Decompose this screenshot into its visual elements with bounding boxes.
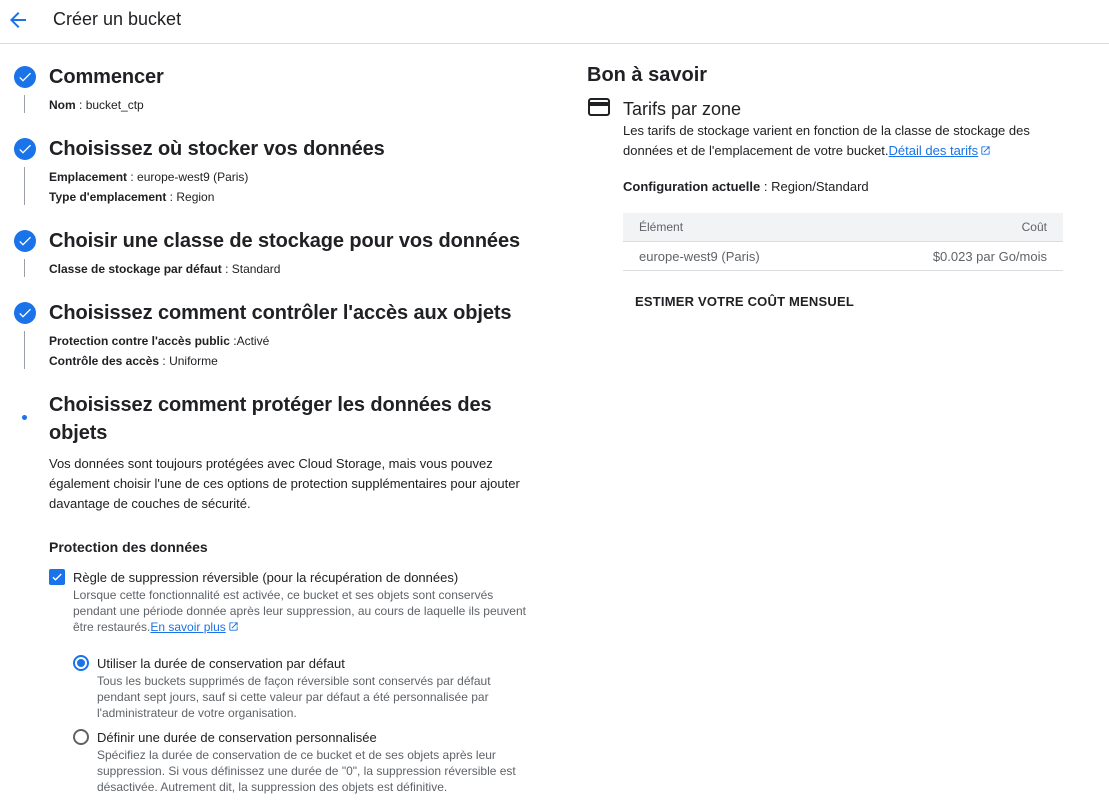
step-summary-public-access: Protection contre l'accès public :Activé [49,334,270,348]
step-summary-location-type: Type d'emplacement : Region [49,190,215,204]
learn-more-link[interactable]: En savoir plus [150,620,225,634]
retention-custom-radio[interactable] [73,729,89,745]
back-button[interactable] [6,8,30,32]
table-cell-item: europe-west9 (Paris) [639,249,760,264]
external-link-icon [981,146,990,155]
step-title-data-protection: Choisissez comment protéger les données … [49,394,492,416]
step-description: Vos données sont toujours protégées avec… [49,456,520,511]
top-bar: Créer un bucket [0,0,1109,44]
data-protection-heading: Protection des données [49,539,208,555]
step-summary-name: Nom : bucket_ctp [49,98,144,112]
step-summary-access-control: Contrôle des accès : Uniforme [49,354,218,368]
retention-default-radio[interactable] [73,655,89,671]
pricing-title: Tarifs par zone [623,99,742,119]
soft-delete-help: Lorsque cette fonctionnalité est activée… [73,588,526,634]
good-to-know-title: Bon à savoir [587,64,708,86]
retention-default-help: Tous les buckets supprimés de façon réve… [97,674,491,720]
page-title: Créer un bucket [53,9,182,29]
table-cell-cost: $0.023 par Go/mois [932,249,1047,264]
step-complete-icon [14,302,36,324]
step-complete-icon [14,138,36,160]
soft-delete-checkbox[interactable] [49,569,65,585]
step-connector [24,95,25,113]
retention-default-label[interactable]: Utiliser la durée de conservation par dé… [97,656,345,672]
table-row: europe-west9 (Paris) $0.023 par Go/mois [623,242,1063,271]
column-header-cost: Coût [1021,220,1047,234]
pricing-table: Élément Coût europe-west9 (Paris) $0.023… [623,213,1063,271]
step-title-data-protection-line2: objets [49,422,108,444]
step-title-access-control[interactable]: Choisissez comment contrôler l'accès aux… [49,299,512,327]
step-summary-location: Emplacement : europe-west9 (Paris) [49,170,249,184]
retention-custom-help: Spécifiez la durée de conservation de ce… [97,748,516,794]
step-complete-icon [14,230,36,252]
table-header: Élément Coût [623,213,1063,242]
current-step-indicator [22,415,27,420]
estimate-cost-button[interactable]: ESTIMER VOTRE COÛT MENSUEL [627,290,862,313]
step-connector [24,167,25,205]
column-header-item: Élément [639,220,684,234]
step-title-location[interactable]: Choisissez où stocker vos données [49,135,385,163]
arrow-back-icon [10,12,26,28]
step-summary-storage-class: Classe de stockage par défaut : Standard [49,262,281,276]
step-connector [24,259,25,277]
external-link-icon [229,622,238,631]
credit-card-icon [588,98,610,116]
step-title-start[interactable]: Commencer [49,63,164,91]
retention-custom-label[interactable]: Définir une durée de conservation person… [97,730,377,746]
step-complete-icon [14,66,36,88]
soft-delete-label[interactable]: Règle de suppression réversible (pour la… [73,570,458,586]
pricing-description: Les tarifs de stockage varient en foncti… [623,123,1030,158]
step-title-storage-class[interactable]: Choisir une classe de stockage pour vos … [49,227,520,255]
step-connector [24,331,25,369]
current-config: Configuration actuelle : Region/Standard [623,179,869,194]
pricing-details-link[interactable]: Détail des tarifs [889,143,979,158]
check-icon [52,573,62,581]
